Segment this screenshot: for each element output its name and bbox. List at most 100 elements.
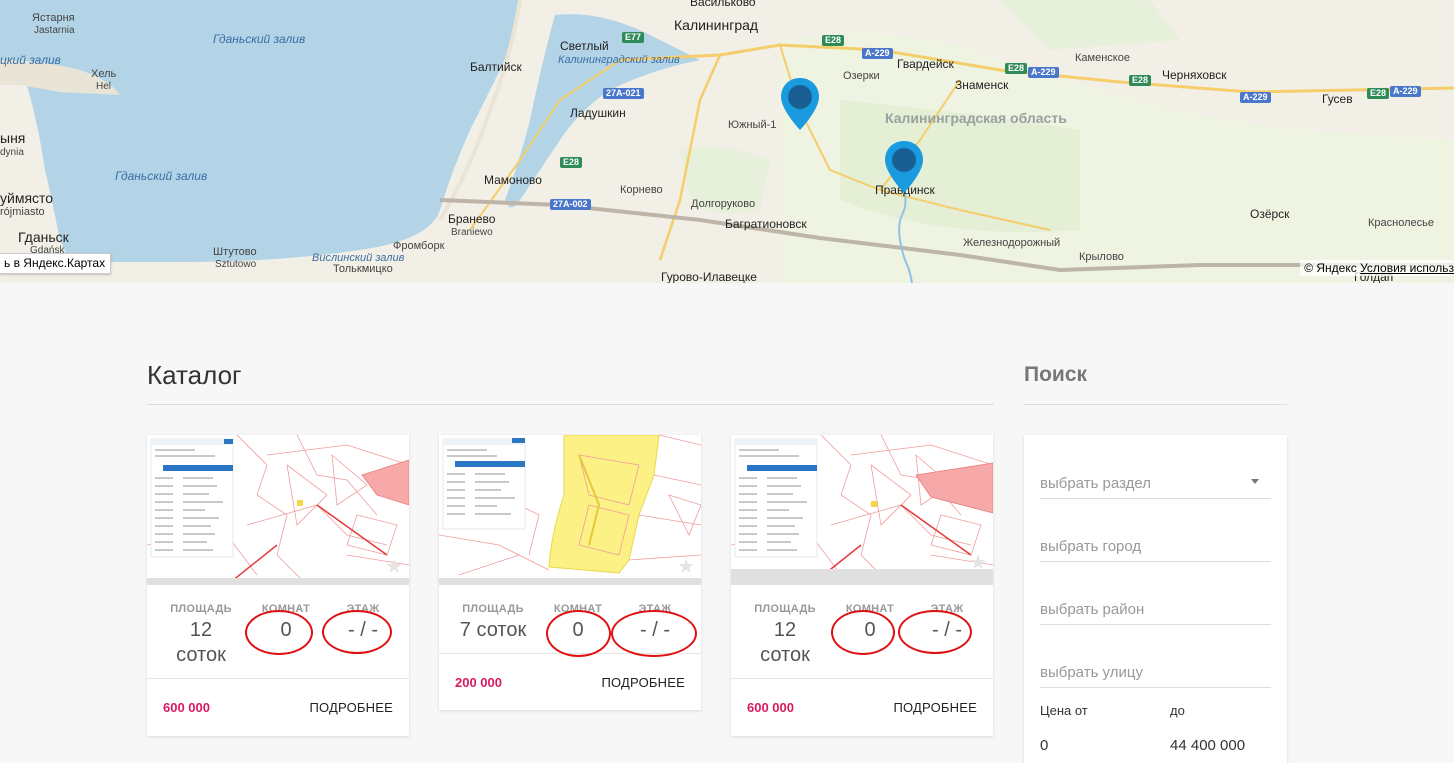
place-yastarnya: Ястарня <box>32 12 75 24</box>
place-zheleznodorozhny: Железнодорожный <box>963 237 1061 249</box>
map-pin-icon[interactable] <box>883 139 925 195</box>
road-shield-e28: E28 <box>1367 88 1390 99</box>
price-from-input[interactable]: 0 <box>1040 737 1048 754</box>
card-specs: ПЛОЩАДЬ 12 соток КОМНАТ 0 ЭТАЖ - / - <box>147 585 409 678</box>
place-dolgorukovo: Долгоруково <box>691 198 756 210</box>
district-select[interactable]: выбрать район <box>1040 591 1271 625</box>
catalog-card[interactable]: ★ ПЛОЩАДЬ 12 соток КОМНАТ 0 ЭТАЖ - / - 6… <box>147 435 409 736</box>
card-specs: ПЛОЩАДЬ 7 соток КОМНАТ 0 ЭТАЖ - / - <box>439 585 701 657</box>
place-hel-latin: Hel <box>96 81 112 92</box>
card-price: 200 000 <box>455 674 502 690</box>
place-yuzhny: Южный-1 <box>728 119 777 131</box>
place-chernyakhovsk: Черняховск <box>1162 68 1227 82</box>
place-sopot-latin: rójmiasto <box>0 206 45 218</box>
catalog-divider <box>147 404 994 405</box>
place-kornevo: Корнево <box>620 184 663 196</box>
place-gdynia: ыня <box>0 130 26 146</box>
catalog-card[interactable]: ★ ПЛОЩАДЬ 12 соток КОМНАТ 0 ЭТАЖ - / - 6… <box>731 435 993 736</box>
place-ladushkin: Ладушкин <box>570 106 626 120</box>
road-shield-e28: E28 <box>560 157 583 168</box>
spec-rooms-title: КОМНАТ <box>553 603 603 615</box>
price-to-input[interactable]: 44 400 000 <box>1170 737 1245 754</box>
terms-of-use-link[interactable]: Условия использ <box>1360 261 1454 275</box>
spec-area-value: 7 соток <box>459 619 527 641</box>
place-mamonovo: Мамоново <box>484 173 542 187</box>
card-specs: ПЛОЩАДЬ 12 соток КОМНАТ 0 ЭТАЖ - / - <box>731 585 993 678</box>
place-hel: Хель <box>91 68 117 80</box>
place-shtutovo: Штутово <box>213 246 257 258</box>
road-shield-e28: E28 <box>822 35 845 46</box>
road-shield-27a-021: 27A-021 <box>603 88 644 99</box>
favorite-star-icon[interactable]: ★ <box>969 550 987 575</box>
map[interactable]: Гданьский залив Гданьский залив цкий зал… <box>0 0 1454 283</box>
spec-floor: ЭТАЖ - / - <box>901 603 993 668</box>
search-divider <box>1024 404 1287 405</box>
road-shield-e28: E28 <box>1005 63 1028 74</box>
cadastral-map-thumbnail <box>147 435 409 585</box>
place-kaliningrad: Калининград <box>674 17 759 33</box>
place-gurovo: Гурово-Илавецке <box>661 270 757 283</box>
spec-area: ПЛОЩАДЬ 7 соток <box>439 603 547 643</box>
map-pin-icon[interactable] <box>779 76 821 132</box>
spec-rooms: КОМНАТ 0 <box>547 603 609 643</box>
spec-floor-value: - / - <box>932 619 962 641</box>
cadastral-map-thumbnail <box>731 435 993 585</box>
map-copyright: © Яндекс Условия использ <box>1300 260 1454 276</box>
place-gvardeysk: Гвардейск <box>897 57 954 71</box>
section-select[interactable]: выбрать раздел <box>1040 465 1271 499</box>
spec-rooms-value: 0 <box>572 619 584 641</box>
details-button[interactable]: ПОДРОБНЕЕ <box>309 700 393 715</box>
road-shield-a229: A-229 <box>1390 86 1421 97</box>
district-select-placeholder: выбрать район <box>1040 601 1145 618</box>
spec-floor-value: - / - <box>640 619 670 641</box>
road-shield-a229: A-229 <box>1240 92 1271 103</box>
spec-rooms-value: 0 <box>280 619 292 641</box>
place-gdansk: Гданьск <box>18 229 69 245</box>
spec-rooms-title: КОМНАТ <box>845 603 895 615</box>
spec-area-value: 12 соток <box>760 619 810 666</box>
favorite-star-icon[interactable]: ★ <box>677 554 695 579</box>
street-select-placeholder: выбрать улицу <box>1040 664 1143 681</box>
spec-floor-title: ЭТАЖ <box>930 603 964 615</box>
spec-area-title: ПЛОЩАДЬ <box>754 603 816 615</box>
chevron-down-icon[interactable] <box>1251 479 1259 484</box>
card-image[interactable]: ★ <box>147 435 409 585</box>
card-image[interactable]: ★ <box>731 435 993 585</box>
city-select[interactable]: выбрать город <box>1040 528 1271 562</box>
price-to-label: до <box>1170 703 1185 718</box>
price-from-label: Цена от <box>1040 703 1088 718</box>
place-gdynia-latin: dynia <box>0 147 24 158</box>
place-frombork: Фромборк <box>393 240 445 252</box>
water-label-gdansk-gulf-south: Гданьский залив <box>115 169 208 183</box>
favorite-star-icon[interactable]: ★ <box>385 554 403 579</box>
place-shtutovo-latin: Sztutowo <box>215 259 257 270</box>
spec-area-value: 12 соток <box>176 619 226 666</box>
card-footer: 600 000 ПОДРОБНЕЕ <box>731 679 993 736</box>
spec-floor-value: - / - <box>348 619 378 641</box>
region-label: Калининградская область <box>885 110 1067 126</box>
card-image[interactable]: ★ <box>439 435 701 585</box>
card-footer: 200 000 ПОДРОБНЕЕ <box>439 654 701 710</box>
spec-rooms-title: КОМНАТ <box>261 603 311 615</box>
catalog-title: Каталог <box>147 360 242 390</box>
details-button[interactable]: ПОДРОБНЕЕ <box>601 675 685 690</box>
spec-floor-title: ЭТАЖ <box>346 603 380 615</box>
spec-rooms-value: 0 <box>864 619 876 641</box>
spec-rooms: КОМНАТ 0 <box>839 603 901 668</box>
place-yastarnya-latin: Jastarnia <box>34 25 75 36</box>
catalog-card[interactable]: ★ ПЛОЩАДЬ 7 соток КОМНАТ 0 ЭТАЖ - / - 20… <box>439 435 701 710</box>
road-shield-a229: A-229 <box>1028 67 1059 78</box>
section-select-placeholder: выбрать раздел <box>1040 475 1151 492</box>
open-in-yandex-maps-link[interactable]: ь в Яндекс.Картах <box>0 253 112 274</box>
place-ozerki: Озерки <box>843 70 880 82</box>
place-vasilkovo: Васильково <box>690 0 756 9</box>
place-tolkmicko: Толькмицко <box>333 263 393 275</box>
search-title: Поиск <box>1024 363 1088 386</box>
road-shield-e77: E77 <box>622 32 645 43</box>
street-select[interactable]: выбрать улицу <box>1040 654 1271 688</box>
spec-rooms: КОМНАТ 0 <box>255 603 317 668</box>
water-label-kaliningrad-gulf: Калининградский залив <box>558 54 680 66</box>
card-image-strip <box>439 578 701 585</box>
spec-floor: ЭТАЖ - / - <box>609 603 701 643</box>
details-button[interactable]: ПОДРОБНЕЕ <box>893 700 977 715</box>
